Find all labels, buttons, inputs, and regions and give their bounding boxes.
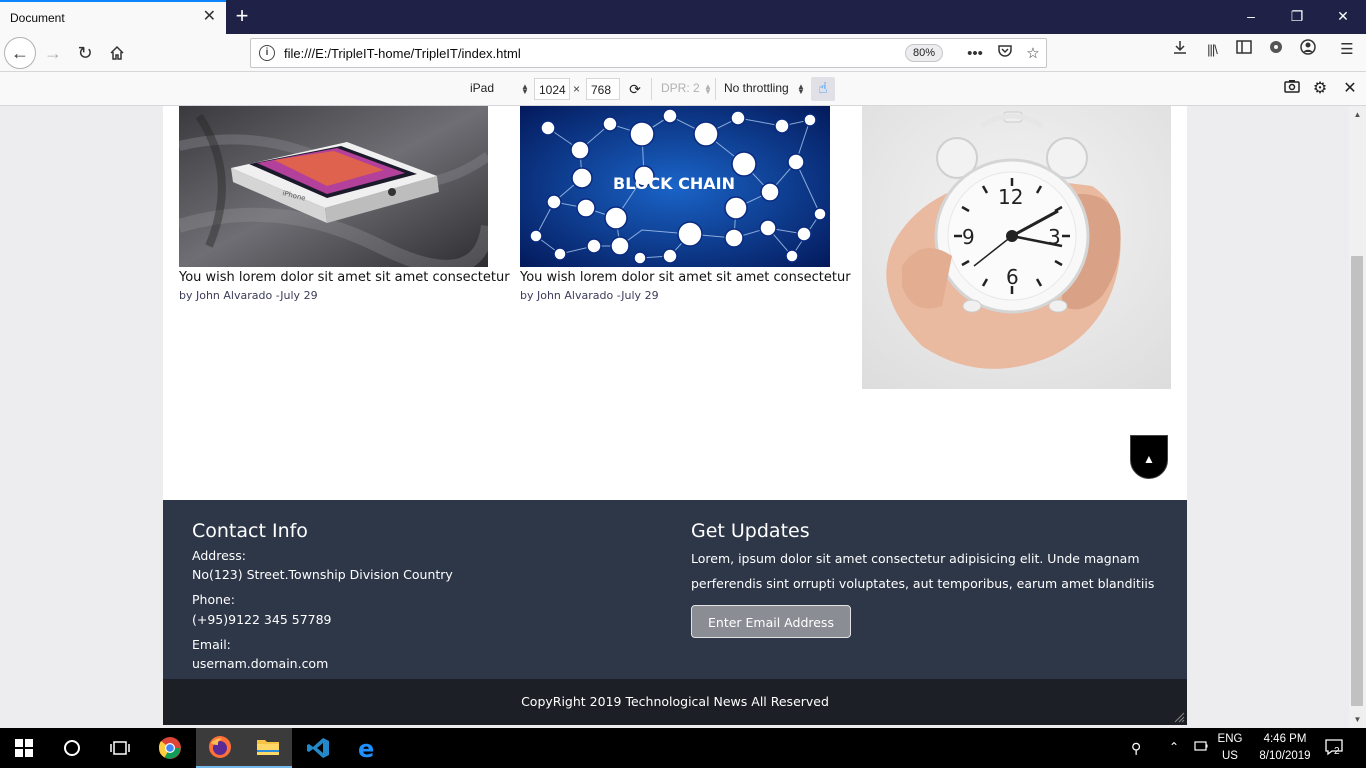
clock-date[interactable]: 8/10/2019	[1250, 750, 1320, 762]
vscode-icon[interactable]	[294, 728, 342, 768]
updates-text-line2: perferendis sint orrupti voluptates, aut…	[691, 576, 1155, 591]
tab-title: Document	[10, 11, 65, 25]
updates-text-line1: Lorem, ipsum dolor sit amet consectetur …	[691, 551, 1140, 566]
screenshot-icon[interactable]	[1282, 79, 1302, 99]
extension-icon[interactable]	[1265, 39, 1287, 61]
tab-document[interactable]: Document ✕	[0, 0, 226, 34]
close-window-icon[interactable]: ✕	[1320, 0, 1366, 32]
card-image-alarm-clock[interactable]: 12 3 6 9	[862, 106, 1171, 389]
reload-icon[interactable]: ↻	[69, 37, 101, 69]
bookmark-star-icon[interactable]: ☆	[1022, 43, 1044, 65]
firefox-icon[interactable]	[196, 728, 244, 768]
address-value: No(123) Street.Township Division Country	[192, 567, 453, 582]
phone-label: Phone:	[192, 592, 235, 607]
svg-text:e: e	[358, 736, 374, 760]
email-value: usernam.domain.com	[192, 656, 329, 671]
task-view-icon[interactable]	[96, 728, 144, 768]
account-icon[interactable]	[1297, 39, 1319, 61]
scroll-down-arrow-icon[interactable]: ▼	[1349, 711, 1366, 728]
chrome-icon[interactable]	[146, 728, 194, 768]
minimize-icon[interactable]: –	[1228, 0, 1274, 32]
svg-text:12: 12	[998, 185, 1023, 209]
back-to-top-button[interactable]: ▲	[1130, 435, 1168, 479]
vertical-scrollbar[interactable]: ▲ ▼	[1349, 106, 1366, 728]
sidebar-icon[interactable]	[1233, 39, 1255, 61]
windows-taskbar: e ⚲ ⌃ ENG US 4:46 PM 8/10/2019 2	[0, 728, 1366, 768]
forward-icon[interactable]: →	[37, 37, 69, 69]
close-tab-icon[interactable]: ✕	[203, 9, 216, 25]
touch-simulation-icon[interactable]: ☝	[811, 77, 835, 101]
zoom-level-badge[interactable]: 80%	[905, 44, 944, 62]
card-image-iphone[interactable]: iPhone	[179, 106, 488, 267]
device-selector[interactable]: iPad	[470, 81, 494, 95]
card-meta: by John Alvarado -July 29	[179, 289, 318, 302]
downloads-icon[interactable]	[1169, 39, 1191, 61]
throttling-selector[interactable]: No throttling	[724, 81, 789, 95]
back-icon[interactable]: ←	[4, 37, 36, 69]
battery-icon[interactable]	[1194, 739, 1208, 756]
footer: Contact Info Address: No(123) Street.Tow…	[163, 500, 1187, 679]
people-icon[interactable]: ⚲	[1131, 740, 1141, 757]
home-icon[interactable]	[101, 37, 133, 69]
scroll-up-arrow-icon[interactable]: ▲	[1349, 106, 1366, 123]
navigation-toolbar: ← → ↻ i file:///E:/TripleIT-home/TripleI…	[0, 34, 1366, 72]
blockchain-image-text: BLOCK CHAIN	[613, 174, 735, 193]
viewport-resize-handle-icon[interactable]	[1173, 711, 1185, 723]
responsive-design-toolbar: iPad ▲ ▼ 1024 × 768 ⟳ DPR: 2 ▲ ▼ No thrott…	[0, 72, 1366, 106]
content-viewport: iPhone You wish lorem dolor sit amet sit…	[0, 106, 1366, 728]
close-rdm-icon[interactable]: ✕	[1340, 79, 1360, 99]
title-bar: Document ✕ + – ❐ ✕	[0, 0, 1366, 34]
dimension-separator: ×	[573, 82, 581, 96]
throttling-caret-icon[interactable]: ▲ ▼	[797, 83, 805, 96]
page-actions-icon[interactable]: •••	[964, 43, 986, 65]
cortana-search-icon[interactable]	[48, 728, 96, 768]
url-bar[interactable]: i file:///E:/TripleIT-home/TripleIT/inde…	[250, 38, 1047, 68]
scrollbar-thumb[interactable]	[1351, 256, 1363, 706]
svg-text:6: 6	[1006, 265, 1019, 289]
show-hidden-icons-icon[interactable]: ⌃	[1169, 740, 1179, 754]
restore-icon[interactable]: ❐	[1274, 0, 1320, 32]
card-title[interactable]: You wish lorem dolor sit amet sit amet c…	[179, 270, 510, 285]
device-selector-caret-icon[interactable]: ▲ ▼	[521, 83, 529, 96]
url-text[interactable]: file:///E:/TripleIT-home/TripleIT/index.…	[284, 46, 521, 61]
svg-text:9: 9	[962, 225, 975, 249]
rotate-viewport-icon[interactable]: ⟳	[625, 79, 645, 99]
library-icon[interactable]: |||\	[1201, 39, 1223, 61]
divider	[651, 78, 652, 100]
region-indicator[interactable]: US	[1212, 750, 1248, 762]
edge-icon[interactable]: e	[344, 728, 392, 768]
viewport-width-input[interactable]: 1024	[534, 78, 570, 100]
card-meta: by John Alvarado -July 29	[520, 289, 659, 302]
dpr-selector[interactable]: DPR: 2	[661, 81, 700, 95]
card-image-blockchain[interactable]: BLOCK CHAIN	[520, 106, 830, 267]
address-label: Address:	[192, 548, 246, 563]
divider	[715, 78, 716, 100]
new-tab-icon[interactable]: +	[232, 5, 252, 27]
contact-heading: Contact Info	[192, 520, 308, 542]
windows-start-icon[interactable]	[0, 728, 48, 768]
notification-count: 2	[1334, 746, 1340, 757]
file-explorer-icon[interactable]	[244, 728, 292, 768]
updates-heading: Get Updates	[691, 520, 810, 542]
dpr-caret-icon[interactable]: ▲ ▼	[704, 83, 712, 96]
site-info-icon[interactable]: i	[259, 45, 275, 61]
email-subscribe-input[interactable]: Enter Email Address	[691, 605, 851, 638]
copyright-bar: CopyRight 2019 Technological News All Re…	[163, 679, 1187, 725]
clock-time[interactable]: 4:46 PM	[1250, 733, 1320, 745]
email-label: Email:	[192, 637, 231, 652]
pocket-icon[interactable]	[994, 43, 1016, 65]
settings-gear-icon[interactable]: ⚙	[1310, 79, 1330, 99]
viewport-height-input[interactable]: 768	[586, 78, 620, 100]
phone-value: (+95)9122 345 57789	[192, 612, 332, 627]
language-indicator[interactable]: ENG	[1212, 733, 1248, 745]
card-title[interactable]: You wish lorem dolor sit amet sit amet c…	[520, 270, 851, 285]
menu-icon[interactable]: ☰	[1336, 39, 1358, 61]
web-page: iPhone You wish lorem dolor sit amet sit…	[163, 106, 1187, 725]
